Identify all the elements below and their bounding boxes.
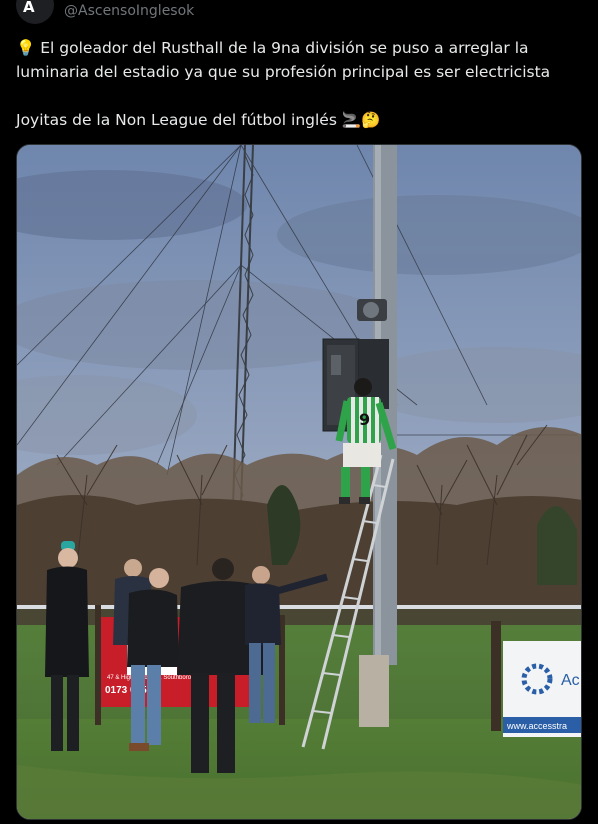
lightbulb-icon: 💡 [16,39,36,57]
banner-right-url: www.accesstra [506,721,567,731]
photo-scene: the 47 & High Brook Rd, Southborough, K … [17,145,581,819]
tweet-text: 💡 El goleador del Rusthall de la 9na div… [16,36,582,132]
banner-right-letter: Ac [561,672,580,689]
avatar-logo-text: A [23,0,35,16]
user-handle[interactable]: @AscensoInglesok [64,3,194,19]
tweet-photo[interactable]: the 47 & High Brook Rd, Southborough, K … [16,144,582,820]
tweet-line-3: Joyitas de la Non League del fútbol ingl… [16,108,582,132]
post-header: A @AscensoInglesok [0,0,598,30]
tweet-line-3-text: Joyitas de la Non League del fútbol ingl… [16,111,337,129]
shirt-number: 9 [359,410,370,429]
tweet-line-2: luminaria del estadio ya que su profesió… [16,63,551,81]
tweet-line-1-text: El goleador del Rusthall de la 9na divis… [40,39,529,57]
tweet-line-1: 💡 El goleador del Rusthall de la 9na div… [16,36,582,60]
white-sponsor-banner: Ac www.accesstra [503,641,581,737]
avatar[interactable]: A [16,0,54,24]
cigarette-thinking-emoji: 🚬🤔 [341,111,381,129]
